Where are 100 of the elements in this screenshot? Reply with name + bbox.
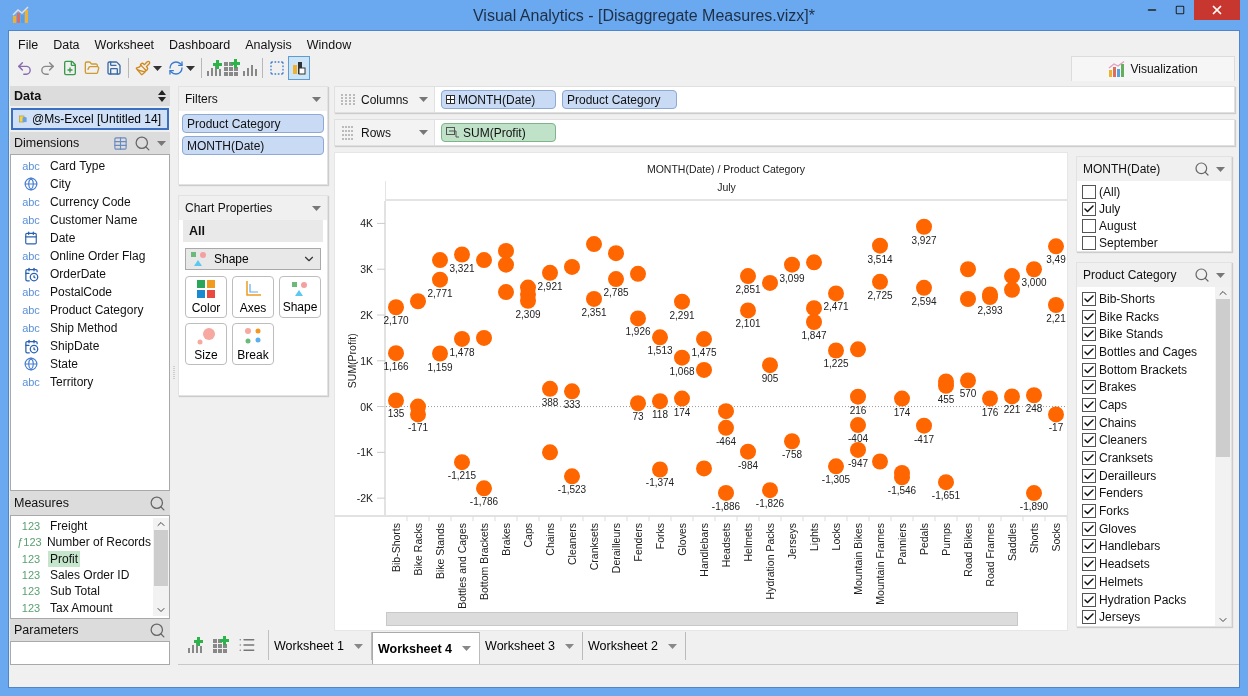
filter-option: Chains — [1099, 415, 1137, 430]
filter-option: Bottles and Cages — [1099, 344, 1198, 359]
type-label: 123 — [20, 552, 42, 565]
category-label: Road Frames — [984, 523, 996, 587]
category-label: Headsets — [720, 523, 732, 568]
category-label: Mountain Bikes — [852, 523, 864, 595]
category-label: Pedals — [918, 523, 930, 556]
axis-tick-label: 4K — [360, 217, 373, 230]
axis-tick-label: 3K — [360, 263, 373, 276]
category-label: Lights — [808, 523, 820, 552]
type-label: abc — [21, 304, 41, 316]
data-label: 1,166 — [383, 361, 409, 373]
type-label: 123 — [20, 601, 42, 614]
axis-tick-label: 0K — [360, 400, 373, 413]
data-label: 1,225 — [823, 358, 849, 370]
data-label: 388 — [541, 396, 559, 408]
axis-title: SUM(Profit) — [346, 333, 358, 389]
data-label: 1,159 — [427, 361, 453, 373]
data-label: 570 — [959, 388, 977, 400]
column-header: July — [717, 181, 736, 195]
filter-option: Forks — [1099, 504, 1129, 519]
filter-option: Headsets — [1099, 557, 1150, 572]
data-label: -1,886 — [711, 500, 741, 512]
type-label: abc — [21, 286, 41, 298]
filter-title: Product Category — [1083, 268, 1177, 282]
data-label: 216 — [849, 404, 867, 416]
data-label: -1,374 — [645, 477, 675, 489]
data-label: 2,921 — [537, 280, 563, 292]
type-label: abc — [21, 160, 41, 172]
filter-option: Cranksets — [1099, 451, 1154, 466]
category-label: Bike Racks — [412, 523, 424, 576]
category-label: Jerseys — [786, 523, 798, 560]
type-label: 123 — [20, 569, 42, 582]
data-label: -1,215 — [447, 470, 477, 482]
filter-option: Gloves — [1099, 521, 1137, 536]
data-label: -1,651 — [931, 490, 961, 502]
filter-option: Jerseys — [1099, 610, 1141, 625]
category-label: Helmets — [742, 523, 754, 562]
shelf-label: Columns — [361, 92, 410, 107]
filter-option: July — [1099, 202, 1121, 217]
data-label: -1,826 — [755, 498, 785, 510]
data-label: 905 — [761, 373, 779, 385]
data-label: 455 — [937, 393, 955, 405]
data-label: 221 — [1003, 404, 1021, 416]
data-label: 2,771 — [427, 287, 453, 299]
category-label: Hydration Packs — [764, 523, 776, 600]
panel-title: Filters — [185, 92, 218, 106]
category-label: Mountain Frames — [874, 523, 886, 605]
data-label: 1,068 — [669, 365, 695, 377]
category-label: Pumps — [940, 523, 952, 556]
type-label: abc — [21, 376, 41, 388]
data-label: -171 — [408, 422, 428, 434]
category-label: Derailleurs — [610, 523, 622, 574]
data-label: 2,785 — [603, 287, 629, 299]
filter-option: Handlebars — [1099, 539, 1161, 554]
category-label: Cleaners — [566, 523, 578, 566]
data-label: -1,523 — [557, 484, 587, 496]
data-label: 248 — [1025, 403, 1043, 415]
filter-option: Bike Racks — [1099, 309, 1160, 324]
category-label: Caps — [522, 523, 534, 548]
data-label: 176 — [981, 406, 999, 418]
data-label: 333 — [563, 399, 581, 411]
category-label: Forks — [654, 523, 666, 550]
filter-option: August — [1099, 218, 1137, 233]
type-label: 123 — [20, 585, 42, 598]
filter-option: September — [1099, 235, 1158, 250]
data-label: 1,513 — [647, 345, 673, 357]
type-label: abc — [21, 322, 41, 334]
data-label: -947 — [848, 457, 868, 469]
data-label: 2,471 — [823, 301, 849, 313]
chart-title: MONTH(Date) / Product Category — [646, 163, 806, 177]
data-label: 3,514 — [867, 253, 893, 265]
data-label: 3,49 — [1046, 254, 1066, 266]
data-label: 135 — [387, 408, 405, 420]
data-label: 3,000 — [1021, 277, 1047, 289]
data-label: -984 — [738, 459, 758, 471]
shelf-label: Rows — [361, 125, 392, 140]
category-label: Bottom Brackets — [478, 523, 490, 601]
data-label: -758 — [782, 449, 802, 461]
data-label: 2,291 — [669, 309, 695, 321]
type-label: 123 — [20, 520, 42, 533]
data-label: -1,305 — [821, 474, 851, 486]
data-label: -404 — [848, 433, 868, 445]
data-label: -1,890 — [1019, 501, 1049, 513]
data-label: -17 — [1048, 422, 1064, 434]
category-label: Panniers — [896, 523, 908, 565]
category-label: Brakes — [500, 523, 512, 556]
data-label: 2,393 — [977, 305, 1003, 316]
data-label: 2,351 — [581, 306, 607, 318]
data-label: 1,847 — [801, 330, 827, 341]
filter-option: Hydration Packs — [1099, 592, 1187, 607]
type-label: abc — [21, 214, 41, 226]
category-label: Saddles — [1006, 523, 1018, 561]
section-title: Dimensions — [14, 136, 80, 150]
type-label: ƒ123 — [17, 536, 42, 549]
filter-option: Fenders — [1099, 486, 1144, 501]
axis-tick-label: 2K — [360, 309, 373, 321]
data-label: 73 — [632, 411, 644, 423]
data-label: -1,786 — [469, 496, 499, 508]
data-label: -1,546 — [887, 485, 917, 497]
